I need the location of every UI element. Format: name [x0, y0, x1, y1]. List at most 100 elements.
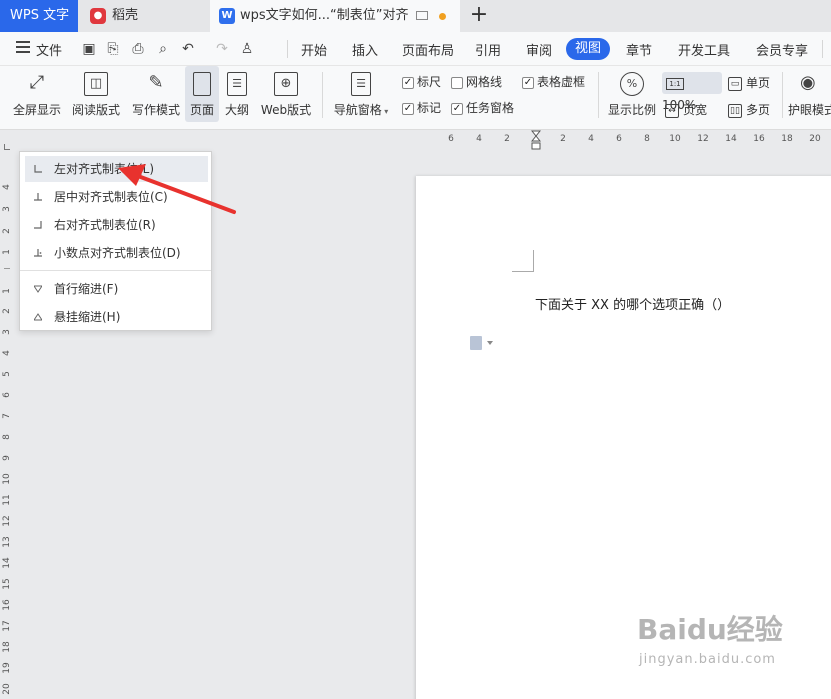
tab-review[interactable]: 审阅 — [526, 40, 552, 59]
eye-care-button[interactable]: ◉ 护眼模式 — [788, 66, 831, 122]
app-tab-wps[interactable]: WPS 文字 — [0, 0, 78, 32]
view-ribbon: ⤢ 全屏显示 ◫ 阅读版式 ✎ 写作模式 页面 ☰ 大纲 ⊕ Web版式 ☰ 导… — [0, 66, 831, 130]
ruler-tick: 4 — [476, 134, 482, 144]
tab-document[interactable]: W wps文字如何...“制表位”对齐 — [210, 0, 460, 32]
table-gridlines-checkbox[interactable]: ✓ 表格虚框 — [522, 74, 585, 90]
writing-mode-button[interactable]: ✎ 写作模式 — [128, 66, 184, 122]
tab-member[interactable]: 会员专享 — [756, 40, 808, 59]
menu-item-hanging-indent[interactable]: 悬挂缩进(H) — [25, 304, 208, 330]
tab-left-icon — [34, 165, 42, 173]
menu-item-center-tab[interactable]: 居中对齐式制表位(C) — [25, 184, 208, 210]
tab-start[interactable]: 开始 — [301, 40, 327, 59]
ruler-tick: 14 — [725, 134, 737, 144]
tab-developer[interactable]: 开发工具 — [678, 40, 730, 59]
export-icon[interactable]: ⎘ — [104, 40, 122, 58]
zoom-dialog-button[interactable]: % 显示比例 — [604, 66, 660, 122]
multi-page-button[interactable]: ▯▯ 多页 — [728, 101, 770, 118]
ruler-tick: 18 — [2, 641, 12, 653]
web-layout-label: Web版式 — [260, 103, 312, 117]
page-icon — [193, 72, 211, 96]
reading-mode-button[interactable]: ◫ 阅读版式 — [68, 66, 124, 122]
hanging-indent-icon — [34, 313, 42, 321]
fullscreen-label: 全屏显示 — [12, 103, 61, 117]
outline-button[interactable]: ☰ 大纲 — [222, 66, 252, 122]
hamburger-icon[interactable] — [16, 41, 30, 53]
title-bar: WPS 文字 ● 稻壳 W wps文字如何...“制表位”对齐 + — [0, 0, 831, 32]
tab-daoke[interactable]: ● 稻壳 — [80, 0, 206, 32]
menu-item-label: 小数点对齐式制表位(D) — [54, 246, 181, 260]
fullscreen-button[interactable]: ⤢ 全屏显示 — [10, 66, 64, 122]
eye-icon: ◉ — [800, 72, 816, 93]
ruler-tick: 5 — [2, 371, 12, 377]
document-text[interactable]: 下面关于 XX 的哪个选项正确（） — [535, 294, 730, 313]
menu-item-decimal-tab[interactable]: 小数点对齐式制表位(D) — [25, 240, 208, 266]
menu-item-label: 左对齐式制表位(L) — [54, 162, 155, 176]
chevron-down-icon[interactable] — [487, 341, 493, 345]
unsaved-dot-icon — [439, 13, 446, 20]
menu-item-first-line-indent[interactable]: 首行缩进(F) — [25, 276, 208, 302]
ruler-tick: 2 — [2, 228, 12, 234]
navigation-pane-label: 导航窗格 ▾ — [333, 103, 389, 117]
web-layout-button[interactable]: ⊕ Web版式 — [258, 66, 314, 122]
tab-page-layout[interactable]: 页面布局 — [402, 40, 454, 59]
ruler-tick: 6 — [448, 134, 454, 144]
ruler-tick: 6 — [616, 134, 622, 144]
gridlines-checkbox[interactable]: 网格线 — [451, 74, 502, 90]
ruler-tick: 4 — [2, 350, 12, 356]
page-view-button[interactable]: 页面 — [185, 66, 219, 122]
ruler-tick: 2 — [2, 308, 12, 314]
tab-sections[interactable]: 章节 — [626, 40, 652, 59]
ruler-tick: 1 — [2, 249, 12, 255]
print-icon[interactable]: ⎙ — [129, 40, 147, 58]
redo-icon[interactable]: ↷ — [213, 40, 231, 58]
ruler-tick: 15 — [2, 578, 12, 590]
markup-checkbox[interactable]: ✓ 标记 — [402, 100, 441, 116]
ruler-tick: 12 — [697, 134, 709, 144]
watermark-url: jingyan.baidu.com — [639, 652, 776, 667]
tab-insert[interactable]: 插入 — [352, 40, 378, 59]
tab-references[interactable]: 引用 — [475, 40, 501, 59]
checkbox-checked-icon: ✓ — [402, 102, 414, 115]
tab-document-label: wps文字如何...“制表位”对齐 — [240, 8, 409, 23]
tab-view[interactable]: 视图 — [566, 38, 611, 60]
paste-options-icon[interactable] — [470, 336, 482, 350]
ruler-tick: 3 — [2, 206, 12, 212]
checkbox-unchecked-icon — [451, 76, 463, 89]
menu-item-right-tab[interactable]: 右对齐式制表位(R) — [25, 212, 208, 238]
new-tab-button[interactable]: + — [466, 2, 492, 28]
checkbox-checked-icon: ✓ — [451, 102, 463, 115]
wps-writer-icon: W — [219, 8, 235, 24]
menu-item-label: 右对齐式制表位(R) — [54, 218, 156, 232]
undo-icon[interactable]: ↶ — [179, 40, 197, 58]
fullscreen-icon: ⤢ — [29, 72, 45, 93]
file-menu[interactable]: 文件 — [36, 40, 62, 59]
navigation-pane-button[interactable]: ☰ 导航窗格 ▾ — [331, 66, 391, 122]
print-preview-icon[interactable]: ⌕ — [154, 40, 172, 58]
ruler-tick: 11 — [2, 494, 12, 506]
menu-item-label: 悬挂缩进(H) — [54, 310, 121, 324]
daoke-icon: ● — [90, 8, 106, 24]
baidu-watermark: Baidu经验 jingyan.baidu.com — [637, 608, 783, 667]
horizontal-ruler[interactable]: 6 4 2 2 4 6 8 10 12 14 16 18 20 — [0, 130, 831, 150]
save-icon[interactable]: ▣ — [80, 40, 98, 58]
menu-bar: 文件 ▣ ⎘ ⎙ ⌕ ↶ ↷ ♙ 开始 插入 页面布局 引用 审阅 视图 章节 … — [0, 32, 831, 66]
vertical-ruler[interactable]: 4 3 2 1 1 2 3 4 5 6 7 8 9 10 11 12 13 14… — [0, 150, 14, 699]
page-width-icon: ↔ — [665, 103, 679, 118]
single-page-button[interactable]: ▭ 单页 — [728, 74, 770, 91]
ruler-tick: 6 — [2, 392, 12, 398]
ruler-tick: 8 — [2, 434, 12, 440]
menu-item-left-tab[interactable]: 左对齐式制表位(L) — [25, 156, 208, 182]
zoom-100-button[interactable]: 1:1100% — [662, 72, 722, 112]
tab-stop-menu: 左对齐式制表位(L) 居中对齐式制表位(C) 右对齐式制表位(R) 小数点对齐式… — [19, 151, 212, 331]
ruler-margin-line — [4, 268, 10, 269]
reading-mode-label: 阅读版式 — [71, 103, 120, 117]
ruler-tick: 7 — [2, 413, 12, 419]
format-painter-icon[interactable]: ♙ — [238, 40, 256, 58]
ruler-checkbox[interactable]: ✓ 标尺 — [402, 74, 441, 90]
monitor-icon[interactable] — [416, 11, 428, 20]
book-icon: ◫ — [84, 72, 108, 96]
menu-item-label: 首行缩进(F) — [54, 282, 119, 296]
task-pane-checkbox[interactable]: ✓ 任务窗格 — [451, 100, 514, 116]
indent-marker-icon[interactable] — [531, 130, 541, 152]
page-width-button[interactable]: ↔ 页宽 — [665, 101, 707, 118]
